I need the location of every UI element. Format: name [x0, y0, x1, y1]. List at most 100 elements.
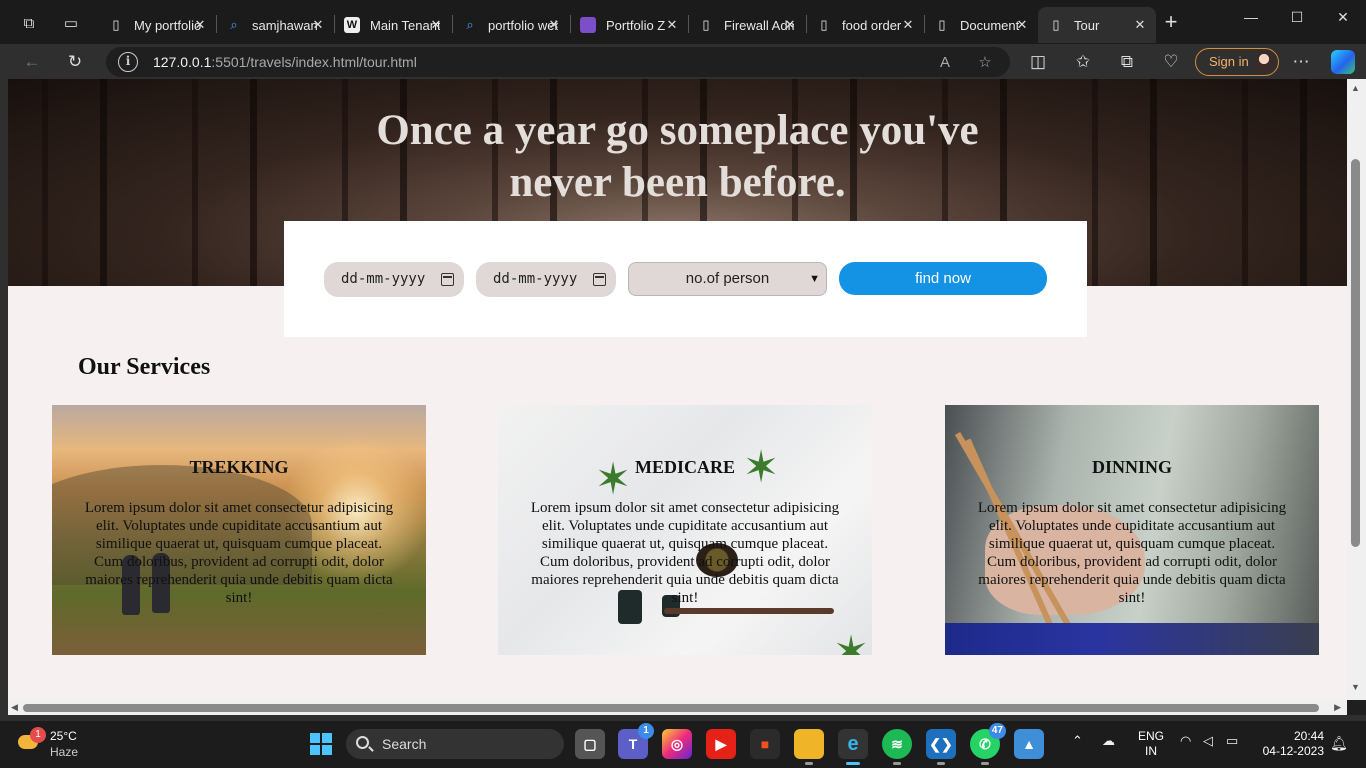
date-placeholder: dd-mm-yyyy	[341, 271, 426, 287]
file-explorer-icon[interactable]	[794, 729, 824, 765]
notification-badge: 1	[638, 723, 654, 739]
minimize-button[interactable]: —	[1228, 6, 1274, 28]
url-text[interactable]: 127.0.0.1:5501/travels/index.html/tour.h…	[153, 54, 417, 70]
close-tab-icon[interactable]: ✕	[900, 17, 916, 33]
chevron-down-icon: ▼	[809, 273, 820, 285]
scroll-thumb[interactable]	[23, 704, 1319, 712]
read-aloud-icon[interactable]: A	[934, 52, 956, 74]
task-view-icon[interactable]: ▢	[575, 729, 605, 759]
service-description: Lorem ipsum dolor sit amet consectetur a…	[530, 500, 840, 606]
tab-tour[interactable]: ▯ Tour ✕	[1038, 7, 1156, 43]
volume-icon[interactable]: ◁	[1203, 733, 1213, 749]
edge-icon[interactable]: e	[838, 729, 868, 765]
close-tab-icon[interactable]: ✕	[782, 17, 798, 33]
hero-title: Once a year go someplace you've never be…	[8, 105, 1347, 209]
collections-icon[interactable]: ⧉	[1114, 49, 1140, 75]
back-icon[interactable]: ←	[19, 49, 45, 75]
site-info-icon[interactable]: i	[118, 52, 138, 72]
vertical-scrollbar[interactable]: ▲ ▼	[1347, 79, 1366, 700]
favorite-star-icon[interactable]: ☆	[974, 52, 996, 74]
date-to-input[interactable]: dd-mm-yyyy	[476, 262, 616, 297]
scroll-up-icon[interactable]: ▲	[1351, 83, 1360, 93]
close-tab-icon[interactable]: ✕	[192, 17, 208, 33]
start-button[interactable]	[306, 729, 336, 759]
scroll-down-icon[interactable]: ▼	[1351, 682, 1360, 692]
scroll-left-icon[interactable]: ◀	[11, 702, 18, 713]
sign-in-button[interactable]: Sign in	[1195, 48, 1279, 76]
clock[interactable]: 20:44 04-12-2023	[1254, 729, 1324, 759]
page-icon: ▯	[938, 17, 946, 32]
teams-icon[interactable]: T1	[618, 723, 654, 759]
language-code: ENG	[1138, 729, 1165, 743]
spotify-icon[interactable]: ≋	[882, 729, 912, 765]
tab-my-portfolio[interactable]: ▯ My portfolio ✕	[98, 7, 216, 43]
tab-samjhawan[interactable]: ⌕ samjhawan ✕	[216, 7, 334, 43]
tab-food-order[interactable]: ▯ food order ✕	[806, 7, 924, 43]
tab-portfolio-z[interactable]: Portfolio Z ✕	[570, 7, 688, 43]
store-icon[interactable]: ■	[750, 729, 780, 759]
close-tab-icon[interactable]: ✕	[428, 17, 444, 33]
date-from-input[interactable]: dd-mm-yyyy	[324, 262, 464, 297]
section-title: Our Services	[78, 354, 211, 380]
page-icon: ▯	[112, 17, 120, 32]
url-host: 127.0.0.1	[153, 54, 212, 70]
calendar-icon[interactable]	[593, 273, 606, 286]
chevron-up-icon[interactable]: ⌃	[1072, 733, 1083, 749]
address-bar[interactable]: i 127.0.0.1:5501/travels/index.html/tour…	[106, 47, 1010, 77]
favorites-icon[interactable]: ✩	[1070, 49, 1096, 75]
image-decoration	[945, 623, 1319, 655]
wifi-icon[interactable]: ◠	[1180, 733, 1191, 749]
instagram-icon[interactable]: ◎	[662, 729, 692, 759]
service-description: Lorem ipsum dolor sit amet consectetur a…	[84, 500, 394, 606]
close-tab-icon[interactable]: ✕	[310, 17, 326, 33]
service-title: MEDICARE	[634, 457, 735, 477]
horizontal-scrollbar[interactable]: ◀ ▶	[8, 700, 1347, 715]
more-menu-icon[interactable]: ⋯	[1288, 49, 1314, 75]
photos-icon[interactable]: ▲	[1014, 729, 1044, 759]
close-window-button[interactable]: ✕	[1320, 6, 1366, 28]
weather-temp: 25°C	[50, 729, 77, 743]
window-frame	[0, 79, 8, 715]
whatsapp-icon[interactable]: ✆ 47	[970, 723, 1006, 765]
sign-in-label: Sign in	[1209, 54, 1249, 69]
close-tab-icon[interactable]: ✕	[1014, 17, 1030, 33]
refresh-icon[interactable]: ↻	[62, 49, 88, 75]
leaf-icon: ✶	[832, 628, 870, 656]
scroll-thumb[interactable]	[1351, 159, 1360, 547]
service-title: TREKKING	[189, 457, 289, 477]
workspaces-icon[interactable]: ⧉	[16, 10, 42, 36]
language-indicator[interactable]: ENG IN	[1138, 729, 1164, 759]
close-tab-icon[interactable]: ✕	[1132, 17, 1148, 33]
taskbar-search[interactable]: Search	[346, 729, 564, 759]
persons-select[interactable]: no.of person ▼	[628, 262, 827, 296]
tab-document[interactable]: ▯ Document ✕	[924, 7, 1038, 43]
browser-tab-strip: ⧉ ▭ ▯ My portfolio ✕ ⌕ samjhawan ✕ W Mai…	[0, 0, 1366, 44]
split-screen-icon[interactable]: ◫	[1025, 49, 1051, 75]
tab-actions-icon[interactable]: ▭	[58, 10, 84, 36]
notification-bell-icon[interactable]: 🔔︎	[1330, 735, 1348, 752]
search-icon	[356, 736, 369, 749]
copilot-icon[interactable]	[1331, 50, 1355, 74]
tab-portfolio-website[interactable]: ⌕ portfolio website ✕	[452, 7, 570, 43]
new-tab-button[interactable]: +	[1160, 11, 1182, 34]
scroll-right-icon[interactable]: ▶	[1334, 702, 1341, 713]
vscode-icon[interactable]: ❮❯	[926, 729, 956, 765]
close-tab-icon[interactable]: ✕	[664, 17, 680, 33]
notification-badge: 47	[988, 723, 1006, 739]
weather-widget[interactable]: 1 25°C Haze	[14, 727, 94, 763]
find-now-button[interactable]: find now	[839, 262, 1047, 295]
windows-logo-icon	[310, 733, 332, 755]
tab-firewall[interactable]: ▯ Firewall Admin ✕	[688, 7, 806, 43]
calendar-icon[interactable]	[441, 273, 454, 286]
close-tab-icon[interactable]: ✕	[546, 17, 562, 33]
service-card-trekking: TREKKING Lorem ipsum dolor sit amet cons…	[52, 405, 426, 655]
youtube-icon[interactable]: ▶	[706, 729, 736, 759]
taskbar-search-label: Search	[382, 736, 427, 752]
maximize-button[interactable]: ☐	[1274, 6, 1320, 28]
clock-time: 20:44	[1293, 729, 1324, 743]
battery-icon[interactable]: ▭	[1226, 733, 1238, 749]
cloud-icon[interactable]: ☁	[1102, 733, 1115, 749]
tab-main-tenant[interactable]: W Main Tenant ✕	[334, 7, 452, 43]
region-code: IN	[1145, 744, 1157, 758]
performance-icon[interactable]: ♡	[1158, 49, 1184, 75]
